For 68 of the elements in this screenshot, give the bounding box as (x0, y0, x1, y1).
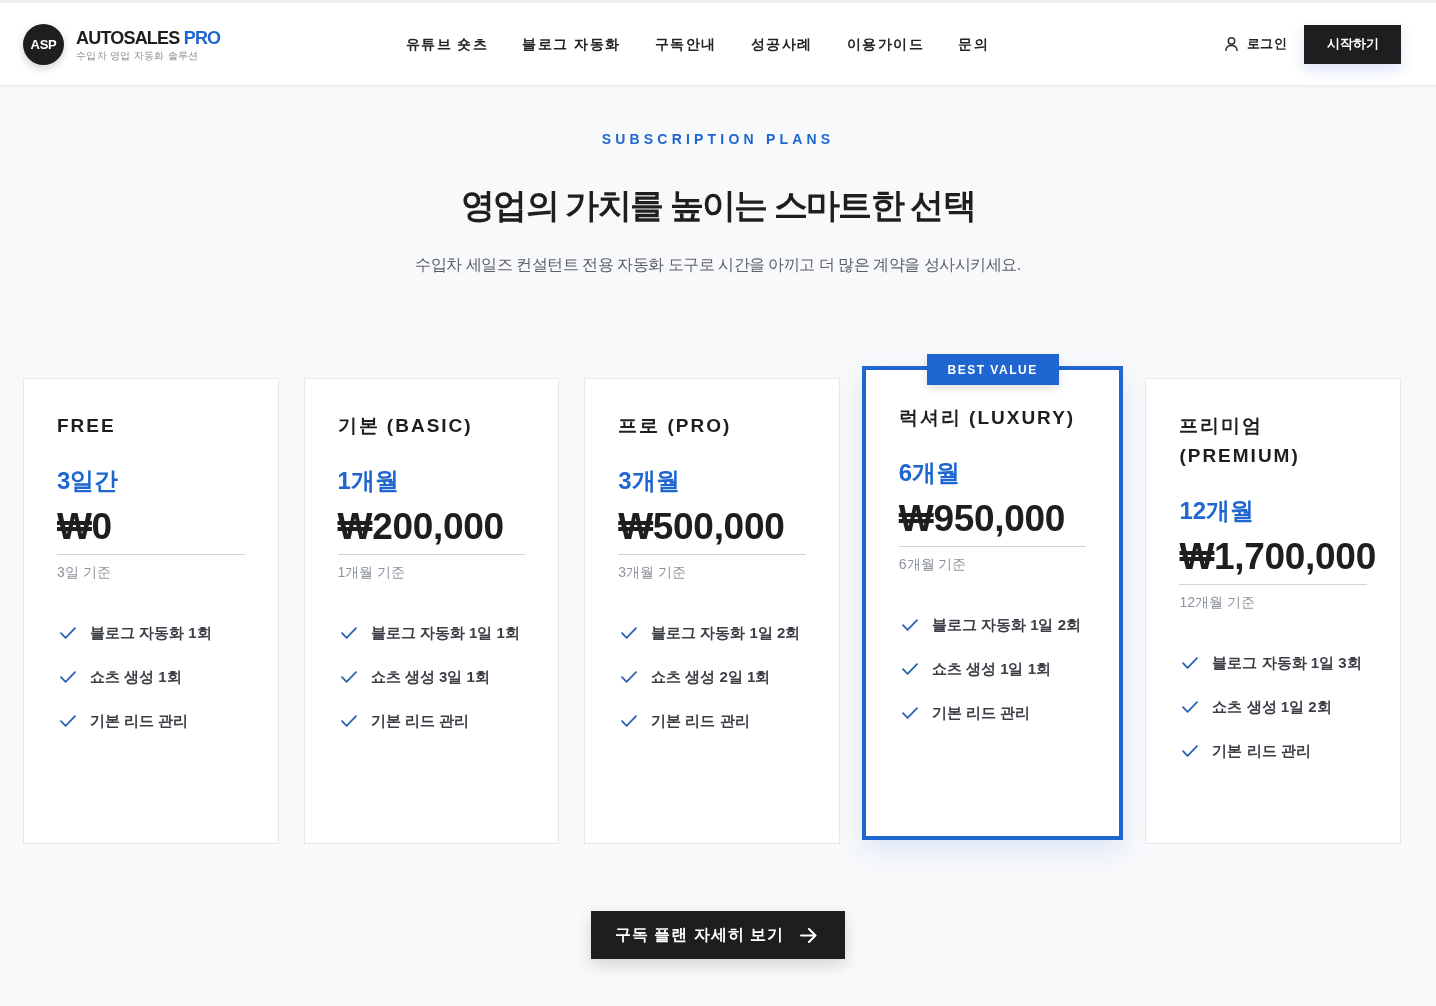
plan-feature: 쇼츠 생성 1일 2회 (1212, 697, 1332, 717)
plan-price: ₩950,000 (898, 497, 1066, 541)
check-icon (340, 627, 357, 639)
check-icon (60, 671, 76, 683)
logo-badge: ASP (23, 23, 64, 65)
check-icon (621, 671, 638, 683)
plan-price-note: 1개월 기준 (337, 563, 406, 582)
start-button[interactable]: 시작하기 (1304, 24, 1401, 64)
plan-period: 1개월 (337, 466, 399, 496)
login-link[interactable]: 로그인 (1224, 35, 1287, 53)
check-icon (60, 715, 76, 727)
check-icon (60, 627, 76, 639)
arrow-right-icon (800, 927, 818, 943)
plan-feature: 블로그 자동화 1일 2회 (931, 615, 1081, 635)
plan-details-button[interactable]: 구독 플랜 자세히 보기 (590, 911, 846, 959)
check-icon (621, 627, 638, 639)
plan-price: ₩200,000 (337, 505, 504, 549)
check-icon (1182, 657, 1199, 669)
plan-price: ₩500,000 (618, 505, 785, 549)
plan-feature: 블로그 자동화 1일 2회 (651, 623, 801, 643)
plan-feature: 기본 리드 관리 (1212, 741, 1311, 761)
user-icon (1224, 37, 1238, 51)
plan-feature: 기본 리드 관리 (90, 711, 189, 731)
plan-feature: 블로그 자동화 1일 1회 (370, 623, 520, 643)
nav-link[interactable]: 구독안내 (654, 34, 717, 54)
hero-subtitle: 수입차 세일즈 컨설턴트 전용 자동화 도구로 시간을 아끼고 더 많은 계약을 성사시키세요. (415, 255, 1021, 275)
nav-link[interactable]: 이용가이드 (846, 34, 925, 54)
best-value-badge: BEST VALUE (926, 354, 1059, 385)
plan-feature: 쇼츠 생성 3일 1회 (370, 667, 490, 687)
plan-feature: 기본 리드 관리 (370, 711, 469, 731)
check-icon (340, 671, 357, 683)
check-icon (901, 619, 918, 631)
plan-price-note: 3개월 기준 (618, 563, 686, 582)
nav-link[interactable]: 유튜브 숏츠 (405, 34, 489, 54)
section-eyebrow: SUBSCRIPTION PLANS (601, 130, 835, 148)
plan-name: FREE (57, 414, 116, 438)
plan-feature: 쇼츠 생성 1회 (90, 667, 182, 687)
brand-name: AUTOSALES PRO (76, 26, 221, 49)
plan-name: 프로 (PRO) (618, 414, 732, 438)
check-icon (1182, 701, 1199, 713)
plan-period: 3일간 (57, 466, 119, 496)
plan-period: 6개월 (898, 458, 961, 488)
plan-feature: 쇼츠 생성 1일 1회 (931, 659, 1051, 679)
plan-name: 기본 (BASIC) (337, 414, 473, 438)
check-icon (1182, 745, 1199, 757)
plan-price-note: 6개월 기준 (898, 555, 967, 574)
check-icon (340, 715, 357, 727)
plan-feature: 쇼츠 생성 2일 1회 (651, 667, 771, 687)
plan-period: 12개월 (1179, 496, 1255, 526)
plan-feature: 블로그 자동화 1일 3회 (1212, 653, 1362, 673)
plan-name: 프리미엄 (PREMIUM) (1179, 414, 1301, 468)
plan-price: ₩0 (57, 505, 112, 549)
plan-feature: 블로그 자동화 1회 (90, 623, 212, 643)
plan-price-note: 3일 기준 (57, 563, 111, 582)
plan-price: ₩1,700,000 (1179, 535, 1376, 579)
nav-link[interactable]: 블로그 자동화 (522, 34, 621, 54)
plan-feature: 기본 리드 관리 (651, 711, 750, 731)
nav-link[interactable]: 문의 (958, 34, 990, 54)
check-icon (901, 707, 918, 719)
plan-period: 3개월 (618, 466, 680, 496)
brand-tagline: 수입차 영업 자동화 솔루션 (76, 48, 200, 62)
plan-feature: 기본 리드 관리 (931, 703, 1031, 723)
plan-name: 럭셔리 (LUXURY) (898, 406, 1076, 430)
nav-link[interactable]: 성공사례 (750, 34, 813, 54)
hero-title: 영업의 가치를 높이는 스마트한 선택 (461, 185, 975, 226)
check-icon (901, 663, 918, 675)
check-icon (621, 715, 638, 727)
plan-price-note: 12개월 기준 (1179, 593, 1255, 612)
